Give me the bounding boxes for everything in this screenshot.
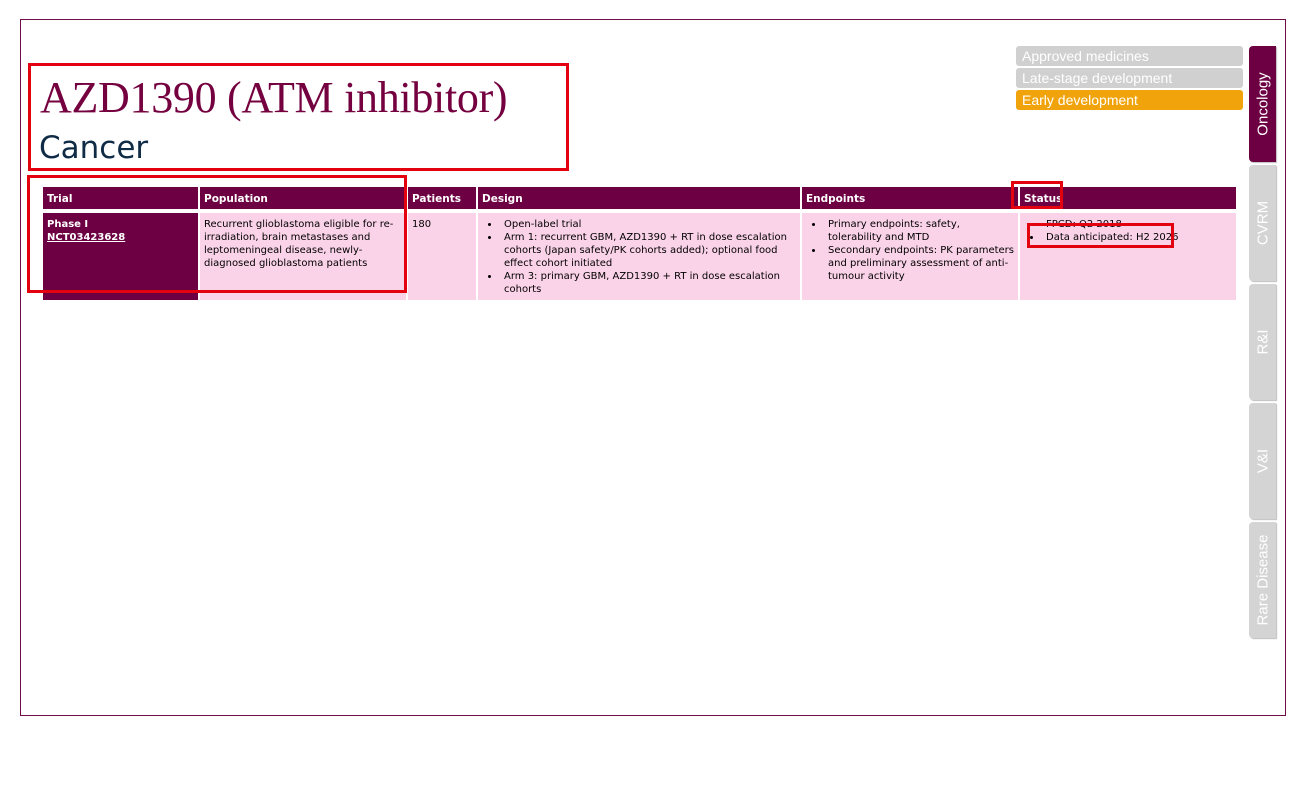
trial-id-link[interactable]: NCT03423628 — [47, 232, 125, 243]
tab-ri[interactable]: R&I — [1249, 284, 1276, 400]
tab-rare-disease-label: Rare Disease — [1254, 534, 1271, 626]
trial-phase: Phase I — [47, 219, 89, 230]
patients-cell: 180 — [408, 209, 476, 300]
tab-vi[interactable]: V&I — [1249, 403, 1276, 519]
header-population: Population — [200, 187, 406, 209]
table-header-row: Trial Population Patients Design Endpoin… — [43, 187, 1236, 209]
page-title: AZD1390 (ATM inhibitor) — [40, 73, 508, 122]
slide-frame — [20, 19, 1286, 716]
status-item: Data anticipated: H2 2026 — [1042, 231, 1232, 244]
design-item: Arm 1: recurrent GBM, AZD1390 + RT in do… — [500, 231, 796, 270]
header-trial: Trial — [43, 187, 198, 209]
table-row: Phase I NCT03423628 Recurrent glioblasto… — [43, 209, 1236, 300]
status-item: FPCD: Q2 2018 — [1042, 218, 1232, 231]
tab-oncology[interactable]: Oncology — [1249, 46, 1276, 162]
phase-early-button[interactable]: Early development — [1016, 90, 1243, 110]
endpoint-item: Primary endpoints: safety, tolerability … — [824, 218, 1014, 244]
design-item: Arm 3: primary GBM, AZD1390 + RT in dose… — [500, 270, 796, 296]
header-status: Status — [1020, 187, 1236, 209]
trial-table: Trial Population Patients Design Endpoin… — [41, 187, 1238, 300]
tab-cvrm-label: CVRM — [1254, 200, 1271, 246]
tab-vi-label: V&I — [1254, 448, 1271, 474]
trial-cell: Phase I NCT03423628 — [43, 209, 198, 300]
design-cell: Open-label trial Arm 1: recurrent GBM, A… — [478, 209, 800, 300]
population-cell: Recurrent glioblastoma eligible for re-i… — [200, 209, 406, 300]
endpoint-item: Secondary endpoints: PK parameters and p… — [824, 244, 1014, 283]
header-endpoints: Endpoints — [802, 187, 1018, 209]
status-cell: FPCD: Q2 2018 Data anticipated: H2 2026 — [1020, 209, 1236, 300]
design-item: Open-label trial — [500, 218, 796, 231]
tab-ri-label: R&I — [1254, 329, 1271, 355]
phase-late-stage-button[interactable]: Late-stage development — [1016, 68, 1243, 88]
phase-approved-button[interactable]: Approved medicines — [1016, 46, 1243, 66]
tab-oncology-label: Oncology — [1254, 72, 1271, 136]
page-subtitle: Cancer — [39, 130, 149, 166]
tab-cvrm[interactable]: CVRM — [1249, 165, 1276, 281]
tab-rare-disease[interactable]: Rare Disease — [1249, 522, 1276, 638]
header-design: Design — [478, 187, 800, 209]
header-patients: Patients — [408, 187, 476, 209]
endpoints-cell: Primary endpoints: safety, tolerability … — [802, 209, 1018, 300]
